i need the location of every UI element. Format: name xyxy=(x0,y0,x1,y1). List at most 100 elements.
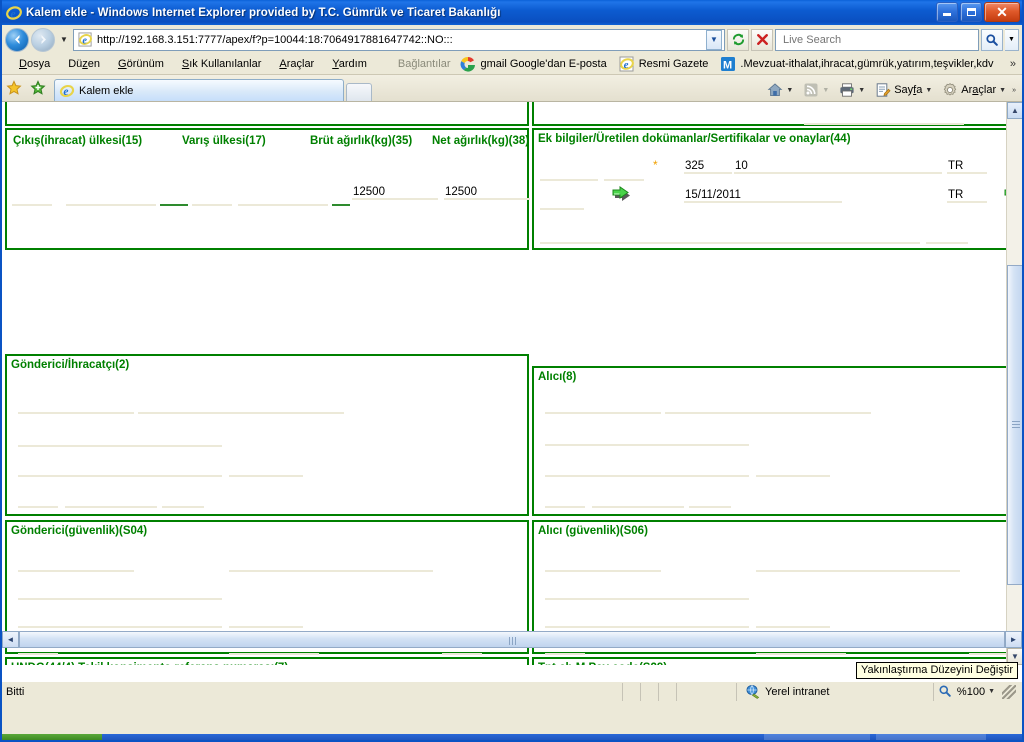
field-extra-r3-c1[interactable] xyxy=(540,230,920,244)
tools-button[interactable]: Araçlar ▼ xyxy=(938,81,1010,99)
page-vertical-scrollbar[interactable]: ▲ ▼ xyxy=(1006,102,1022,665)
field-sender-sec-r1-c2[interactable] xyxy=(229,558,433,572)
field-extra-r2-date[interactable]: 15/11/2011 xyxy=(684,189,842,203)
menu-araclar[interactable]: Araçlar xyxy=(270,57,323,71)
field-receiver-r1-c1[interactable] xyxy=(545,400,661,414)
field-sender-r3-c2[interactable] xyxy=(229,463,303,477)
security-zone[interactable]: Yerel intranet xyxy=(736,682,837,701)
tab-kalem-ekle[interactable]: e Kalem ekle xyxy=(54,79,344,101)
add-favorite-button[interactable] xyxy=(26,77,50,101)
print-caret-icon[interactable]: ▼ xyxy=(858,87,865,94)
home-caret-icon[interactable]: ▼ xyxy=(786,87,793,94)
field-sender-sec-r3-c2[interactable] xyxy=(229,614,303,628)
field-sender-sec-r1-c1[interactable] xyxy=(18,558,134,572)
field-sender-r4-c1[interactable] xyxy=(18,494,58,508)
field-extra-r2-c1[interactable] xyxy=(540,196,584,210)
field-extra-r2-country[interactable]: TR xyxy=(947,189,987,203)
field-extra-r1-c2[interactable] xyxy=(604,167,644,181)
address-input[interactable]: e http://192.168.3.151:7777/apex/f?p=100… xyxy=(73,28,725,51)
close-button[interactable]: ✕ xyxy=(984,2,1020,22)
field-extra-r1-code[interactable]: 325 xyxy=(684,160,732,174)
field-gross-weight[interactable]: 12500 xyxy=(352,186,438,200)
stop-button[interactable] xyxy=(751,28,773,51)
field-receiver-r2-c1[interactable] xyxy=(545,432,749,446)
field-exit-country-name[interactable] xyxy=(66,192,156,206)
horizontal-scroll-track[interactable] xyxy=(19,631,1005,648)
new-tab-button[interactable] xyxy=(346,83,372,101)
start-button[interactable] xyxy=(2,734,102,740)
address-dropdown-icon[interactable]: ▼ xyxy=(706,29,722,50)
field-arrival-country-code[interactable] xyxy=(160,192,188,206)
menu-yardim[interactable]: Yardım xyxy=(323,57,376,71)
field-receiver-r3-c2[interactable] xyxy=(756,463,830,477)
print-button[interactable]: ▼ xyxy=(835,81,869,99)
field-top-cut[interactable] xyxy=(804,111,964,125)
field-receiver-sec-r2-c1[interactable] xyxy=(545,586,749,600)
field-extra-r1-c1[interactable] xyxy=(540,167,598,181)
field-extra-r3-c2[interactable] xyxy=(926,230,968,244)
minimize-button[interactable] xyxy=(936,2,958,22)
search-input[interactable] xyxy=(775,28,979,51)
field-sender-r2-c1[interactable] xyxy=(18,433,222,447)
feeds-button[interactable]: ▼ xyxy=(799,81,833,99)
field-sender-sec-r2-c1[interactable] xyxy=(18,586,222,600)
field-receiver-r4-c1[interactable] xyxy=(545,494,585,508)
page-caret-icon[interactable]: ▼ xyxy=(925,87,932,94)
field-sender-r3-c1[interactable] xyxy=(18,463,222,477)
field-receiver-sec-r3-c1[interactable] xyxy=(545,614,749,628)
commandbar-overflow-icon[interactable]: » xyxy=(1012,87,1016,94)
favorites-center-button[interactable] xyxy=(2,77,26,101)
feeds-caret-icon[interactable]: ▼ xyxy=(822,87,829,94)
forward-button[interactable] xyxy=(31,27,55,52)
home-button[interactable]: ▼ xyxy=(763,81,797,99)
field-receiver-r1-c2[interactable] xyxy=(665,400,871,414)
field-sender-sec-r3-c1[interactable] xyxy=(18,614,222,628)
taskbar-item-2[interactable] xyxy=(876,734,986,740)
scroll-right-arrow-icon[interactable]: ► xyxy=(1005,631,1022,648)
field-receiver-r4-c3[interactable] xyxy=(689,494,731,508)
horizontal-scroll-thumb[interactable] xyxy=(19,631,1005,648)
field-receiver-r4-c2[interactable] xyxy=(592,494,684,508)
history-dropdown-icon[interactable]: ▼ xyxy=(57,29,71,51)
tools-caret-icon[interactable]: ▼ xyxy=(999,87,1006,94)
menu-dosya[interactable]: DDosyaosya xyxy=(10,57,59,71)
field-exit-country-code[interactable] xyxy=(12,192,52,206)
field-receiver-sec-r1-c2[interactable] xyxy=(756,558,960,572)
field-net-weight[interactable]: 12500 xyxy=(444,186,530,200)
field-arrival-country-name[interactable] xyxy=(238,192,328,206)
links-overflow-icon[interactable]: » xyxy=(1010,58,1016,70)
zoom-dropdown-icon[interactable]: ▼ xyxy=(988,688,995,695)
menu-duzen[interactable]: Düzen xyxy=(59,57,109,71)
search-field[interactable] xyxy=(781,32,978,47)
search-go-button[interactable] xyxy=(981,28,1003,51)
link-mevzuat[interactable]: M .Mevzuat-ithalat,ihracat,gümrük,yatırı… xyxy=(714,56,999,72)
field-receiver-sec-r3-c2[interactable] xyxy=(756,614,830,628)
field-sender-r4-c3[interactable] xyxy=(162,494,204,508)
link-resmi-gazete[interactable]: e Resmi Gazete xyxy=(613,56,715,72)
menu-gorunum[interactable]: Görünüm xyxy=(109,57,173,71)
resize-grip-icon[interactable] xyxy=(1002,684,1016,699)
search-provider-dropdown-icon[interactable]: ▼ xyxy=(1005,28,1019,51)
page-horizontal-scrollbar[interactable]: ◄ ► xyxy=(2,631,1022,648)
zoom-control[interactable]: %100 ▼ xyxy=(932,682,1022,701)
field-sender-r4-c2[interactable] xyxy=(65,494,157,508)
field-sender-r1-c2[interactable] xyxy=(138,400,344,414)
field-extra-r1-country[interactable]: TR xyxy=(947,160,987,174)
field-receiver-r3-c1[interactable] xyxy=(545,463,749,477)
field-arrival-country-sub[interactable] xyxy=(192,192,232,206)
field-sender-r1-c1[interactable] xyxy=(18,400,134,414)
menu-sik-kullanilanlar[interactable]: Sık Kullanılanlar xyxy=(173,57,271,71)
back-button[interactable] xyxy=(5,27,29,52)
refresh-button[interactable] xyxy=(727,28,749,51)
scroll-up-arrow-icon[interactable]: ▲ xyxy=(1007,102,1022,119)
link-gmail[interactable]: gmail Google'dan E-posta xyxy=(454,56,612,72)
field-gross-weight-prefix[interactable] xyxy=(332,192,350,206)
taskbar-item-1[interactable] xyxy=(764,734,870,740)
vertical-scroll-thumb[interactable] xyxy=(1007,265,1022,585)
green-arrow-icon[interactable] xyxy=(610,182,632,201)
field-receiver-sec-r1-c1[interactable] xyxy=(545,558,661,572)
restore-button[interactable] xyxy=(960,2,982,22)
field-extra-r1-qty[interactable]: 10 xyxy=(734,160,942,174)
scroll-left-arrow-icon[interactable]: ◄ xyxy=(2,631,19,648)
page-button[interactable]: Sayfa ▼ xyxy=(871,81,936,99)
